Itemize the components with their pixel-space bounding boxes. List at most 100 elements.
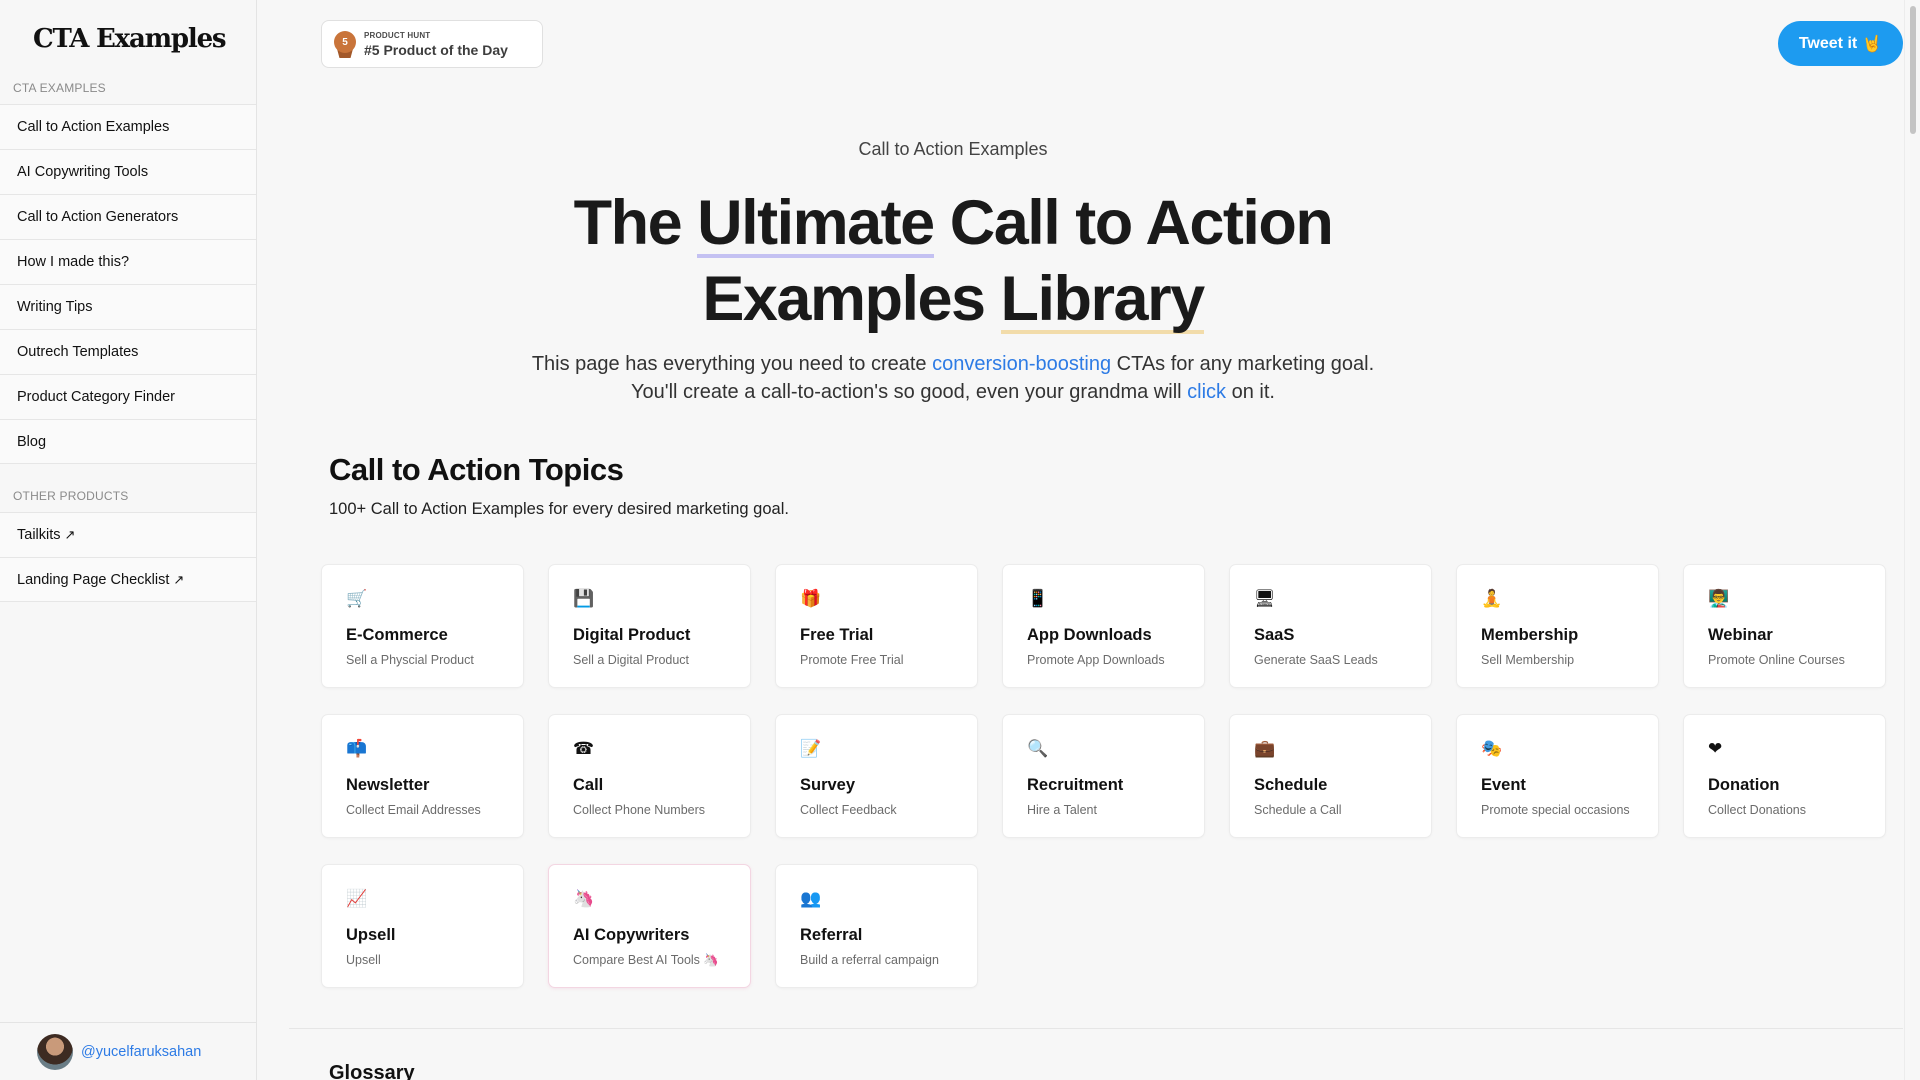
topic-card-title: Referral	[800, 926, 863, 944]
user-profile[interactable]: @yucelfaruksahan	[0, 1022, 256, 1080]
topic-card-subtitle: Promote App Downloads	[1027, 653, 1165, 667]
hero-subtitle: This page has everything you need to cre…	[531, 353, 1375, 403]
topic-card-title: AI Copywriters	[573, 926, 690, 944]
product-hunt-badge[interactable]: 5 PRODUCT HUNT #5 Product of the Day	[321, 20, 543, 68]
topic-card-title: Digital Product	[573, 626, 691, 644]
topic-card-subtitle: Promote Free Trial	[800, 653, 904, 667]
sidebar: CTA Examples CTA EXAMPLES Call to Action…	[0, 0, 257, 1080]
sidebar-item-call-to-action-examples[interactable]: Call to Action Examples	[0, 104, 256, 149]
sidebar-item-how-i-made-this[interactable]: How I made this?	[0, 239, 256, 284]
ai-copywriters-icon: 🦄	[573, 889, 595, 908]
topic-card-free-trial[interactable]: 🎁 Free Trial Promote Free Trial	[775, 564, 978, 688]
topic-card-membership[interactable]: 🧘 Membership Sell Membership	[1456, 564, 1659, 688]
survey-icon: 📝	[800, 739, 822, 758]
page-scrollbar[interactable]	[1904, 0, 1920, 1080]
rock-hand-icon: 🤘	[1862, 35, 1883, 53]
external-link-icon: ↗	[64, 527, 76, 542]
e-commerce-icon: 🛒	[346, 589, 368, 608]
sidebar-item-label: Call to Action Examples	[17, 119, 170, 135]
sidebar-item-label: Tailkits	[17, 527, 61, 543]
section-divider	[289, 1028, 1903, 1029]
newsletter-icon: 📫	[346, 739, 368, 758]
sidebar-item-cta-generators[interactable]: Call to Action Generators	[0, 194, 256, 239]
webinar-icon: 👨‍🏫	[1708, 589, 1730, 608]
tweet-button[interactable]: Tweet it 🤘	[1778, 21, 1903, 66]
topic-card-subtitle: Sell a Digital Product	[573, 653, 690, 667]
topic-card-e-commerce[interactable]: 🛒 E-Commerce Sell a Physcial Product	[321, 564, 524, 688]
event-icon: 🎭	[1481, 739, 1503, 758]
topic-card-title: Event	[1481, 776, 1526, 794]
highlight-ultimate: Ultimate	[697, 188, 935, 258]
topic-card-survey[interactable]: 📝 Survey Collect Feedback	[775, 714, 978, 838]
medal-icon: 5	[334, 31, 356, 58]
sidebar-item-label: Product Category Finder	[17, 389, 175, 405]
sidebar-item-label: Writing Tips	[17, 299, 93, 315]
topic-card-subtitle: Schedule a Call	[1254, 803, 1342, 817]
hero-title: The Ultimate Call to Action Examples Lib…	[573, 188, 1334, 334]
topic-card-subtitle: Collect Phone Numbers	[573, 803, 706, 817]
sidebar-nav: Call to Action Examples AI Copywriting T…	[0, 104, 256, 464]
topic-card-webinar[interactable]: 👨‍🏫 Webinar Promote Online Courses	[1683, 564, 1886, 688]
topic-card-ai-copywriters[interactable]: 🦄 AI Copywriters Compare Best AI Tools 🦄	[548, 864, 751, 988]
recruitment-icon: 🔍	[1027, 739, 1049, 758]
sidebar-item-blog[interactable]: Blog	[0, 419, 256, 464]
highlight-library: Library	[1000, 264, 1206, 334]
site-logo[interactable]: CTA Examples	[33, 24, 227, 54]
upsell-icon: 📈	[346, 889, 368, 908]
sidebar-item-outreach-templates[interactable]: Outrech Templates	[0, 329, 256, 374]
topics-title: Call to Action Topics	[329, 452, 624, 487]
membership-icon: 🧘	[1481, 589, 1503, 608]
digital-product-icon: 💾	[573, 589, 595, 608]
topic-card-title: Upsell	[346, 926, 396, 944]
topic-card-subtitle: Hire a Talent	[1027, 803, 1097, 817]
topics-subtitle: 100+ Call to Action Examples for every d…	[329, 500, 789, 518]
sidebar-item-tailkits[interactable]: Tailkits ↗	[0, 512, 256, 557]
topic-card-subtitle: Generate SaaS Leads	[1254, 653, 1378, 667]
topic-card-app-downloads[interactable]: 📱 App Downloads Promote App Downloads	[1002, 564, 1205, 688]
tweet-label: Tweet it	[1798, 34, 1858, 52]
topic-card-title: Newsletter	[346, 776, 430, 794]
topic-card-subtitle: Upsell	[346, 953, 381, 967]
topic-card-referral[interactable]: 👥 Referral Build a referral campaign	[775, 864, 978, 988]
sidebar-item-landing-page-checklist[interactable]: Landing Page Checklist ↗	[0, 557, 256, 602]
conversion-boosting-link[interactable]: conversion-boosting	[932, 353, 1111, 375]
sidebar-item-product-category-finder[interactable]: Product Category Finder	[0, 374, 256, 419]
referral-icon: 👥	[800, 889, 822, 908]
sidebar-item-ai-copywriting-tools[interactable]: AI Copywriting Tools	[0, 149, 256, 194]
section-label-cta-examples: CTA EXAMPLES	[13, 81, 106, 95]
donation-icon: ❤	[1708, 739, 1723, 758]
click-link[interactable]: click	[1187, 381, 1226, 403]
topic-card-saas[interactable]: 🖥 SaaS Generate SaaS Leads	[1229, 564, 1432, 688]
topic-card-title: Membership	[1481, 626, 1579, 644]
topic-card-call[interactable]: ☎ Call Collect Phone Numbers	[548, 714, 751, 838]
topic-card-schedule[interactable]: 💼 Schedule Schedule a Call	[1229, 714, 1432, 838]
scrollbar-thumb[interactable]	[1910, 6, 1916, 134]
topic-card-subtitle: Sell Membership	[1481, 653, 1575, 667]
external-link-icon: ↗	[173, 571, 185, 587]
schedule-icon: 💼	[1254, 739, 1276, 758]
topic-card-title: Survey	[800, 776, 856, 794]
sidebar-item-writing-tips[interactable]: Writing Tips	[0, 284, 256, 329]
section-label-other-products: OTHER PRODUCTS	[13, 489, 129, 503]
topic-card-title: Donation	[1708, 776, 1780, 794]
topic-card-subtitle: Compare Best AI Tools 🦄	[573, 953, 719, 967]
user-handle-link[interactable]: @yucelfaruksahan	[81, 1044, 201, 1060]
badge-title: #5 Product of the Day	[364, 41, 508, 58]
topic-card-title: App Downloads	[1027, 626, 1152, 644]
topic-card-title: SaaS	[1254, 626, 1295, 644]
topic-card-digital-product[interactable]: 💾 Digital Product Sell a Digital Product	[548, 564, 751, 688]
hero-eyebrow: Call to Action Examples	[858, 139, 1048, 159]
topic-card-subtitle: Sell a Physcial Product	[346, 653, 474, 667]
topic-card-upsell[interactable]: 📈 Upsell Upsell	[321, 864, 524, 988]
topic-card-title: Webinar	[1708, 626, 1773, 644]
call-icon: ☎	[573, 739, 595, 758]
free-trial-icon: 🎁	[800, 589, 822, 608]
topic-card-donation[interactable]: ❤ Donation Collect Donations	[1683, 714, 1886, 838]
topic-card-newsletter[interactable]: 📫 Newsletter Collect Email Addresses	[321, 714, 524, 838]
topic-card-event[interactable]: 🎭 Event Promote special occasions	[1456, 714, 1659, 838]
topic-card-recruitment[interactable]: 🔍 Recruitment Hire a Talent	[1002, 714, 1205, 838]
sidebar-item-label: Outrech Templates	[17, 344, 139, 360]
sidebar-item-label: How I made this?	[17, 254, 130, 270]
topic-card-subtitle: Promote Online Courses	[1708, 653, 1845, 667]
sidebar-item-label: Blog	[17, 433, 47, 450]
